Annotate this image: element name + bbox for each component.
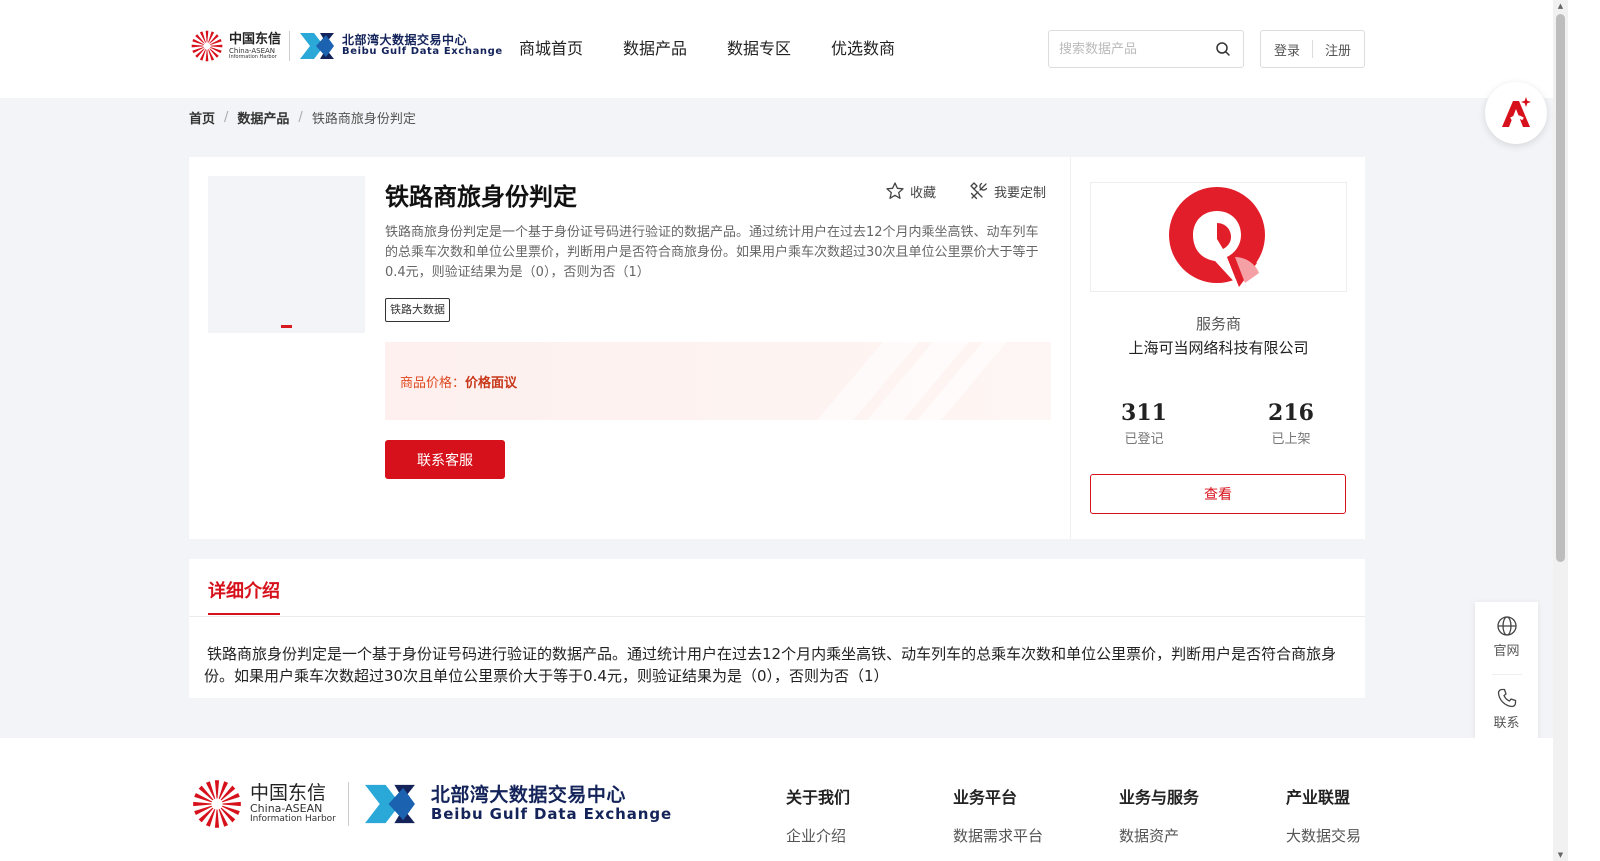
footer-link[interactable]: 大数据交易 bbox=[1286, 825, 1361, 846]
price-label-text: 商品价格： bbox=[400, 376, 466, 391]
login-link[interactable]: 登录 bbox=[1274, 40, 1300, 59]
nav-home[interactable]: 商城首页 bbox=[519, 38, 583, 60]
nav-data-products[interactable]: 数据产品 bbox=[623, 38, 687, 60]
footer-col-title: 业务与服务 bbox=[1119, 788, 1200, 807]
site-header: 中国东信 China-ASEAN Information Harbor 北部湾大… bbox=[0, 0, 1553, 98]
scrollbar-thumb[interactable] bbox=[1556, 14, 1565, 562]
beibu-gulf-wordmark: 北部湾大数据交易中心 Beibu Gulf Data Exchange bbox=[342, 34, 503, 57]
china-asean-flower-logo-icon bbox=[193, 780, 241, 828]
auth-separator bbox=[1312, 40, 1313, 58]
vendor-q-logo-icon bbox=[1168, 187, 1265, 287]
footer-col-alliance: 产业联盟 大数据交易 bbox=[1286, 784, 1361, 846]
footer-china-asean-wordmark: 中国东信 China-ASEAN Information Harbor bbox=[250, 781, 336, 825]
product-card: 铁路商旅身份判定 收藏 我要定制 铁路商旅身份判定是一个基于身份证号码进行验证的… bbox=[189, 157, 1365, 539]
contact-service-button[interactable]: 联系客服 bbox=[385, 440, 505, 479]
breadcrumb-data-products[interactable]: 数据产品 bbox=[237, 108, 289, 127]
stat-listed-value: 216 bbox=[1268, 400, 1314, 426]
side-official-site[interactable]: 官网 bbox=[1475, 615, 1538, 659]
customize-button[interactable]: 我要定制 bbox=[969, 181, 1046, 201]
breadcrumb: 首页 / 数据产品 / 铁路商旅身份判定 bbox=[189, 108, 416, 127]
side-contact-label: 联系 bbox=[1493, 716, 1520, 731]
footer-col-title: 关于我们 bbox=[786, 788, 851, 807]
vendor-logo bbox=[1090, 182, 1347, 292]
customize-label: 我要定制 bbox=[994, 185, 1047, 201]
carousel-indicator[interactable] bbox=[281, 325, 292, 328]
price-box: 商品价格：价格面议 bbox=[385, 342, 1051, 420]
footer-col-title: 业务平台 bbox=[953, 788, 1018, 807]
product-description: 铁路商旅身份判定是一个基于身份证号码进行验证的数据产品。通过统计用户在过去12个… bbox=[385, 225, 1039, 280]
detail-divider bbox=[189, 616, 1365, 617]
auth-box: 登录 注册 bbox=[1260, 30, 1365, 68]
tools-icon bbox=[970, 182, 988, 200]
beibu-gulf-x-logo-icon bbox=[364, 784, 415, 824]
stat-registered: 311 已登记 bbox=[1084, 400, 1204, 447]
footer-beibu-gulf-cn: 北部湾大数据交易中心 bbox=[430, 784, 626, 807]
footer-col-title: 产业联盟 bbox=[1286, 788, 1351, 807]
main-nav: 商城首页 数据产品 数据专区 优选数商 bbox=[519, 38, 935, 60]
product-thumbnail bbox=[208, 176, 365, 333]
nav-data-zone[interactable]: 数据专区 bbox=[727, 38, 791, 60]
product-tag: 铁路大数据 bbox=[385, 298, 450, 322]
nav-preferred-vendors[interactable]: 优选数商 bbox=[831, 38, 895, 60]
breadcrumb-home[interactable]: 首页 bbox=[189, 108, 215, 127]
search-icon[interactable] bbox=[1215, 41, 1231, 57]
footer-col-about: 关于我们 企业介绍 bbox=[786, 784, 850, 846]
site-footer: 中国东信 China-ASEAN Information Harbor 北部湾大… bbox=[0, 738, 1553, 861]
footer-beibu-gulf-wordmark: 北部湾大数据交易中心 Beibu Gulf Data Exchange bbox=[431, 785, 672, 822]
china-asean-cn: 中国东信 bbox=[229, 31, 282, 47]
breadcrumb-separator: / bbox=[224, 110, 229, 125]
product-title: 铁路商旅身份判定 bbox=[385, 183, 577, 211]
side-official-label: 官网 bbox=[1493, 644, 1520, 659]
beibu-gulf-en: Beibu Gulf Data Exchange bbox=[342, 46, 503, 58]
window-edge bbox=[1568, 0, 1600, 861]
favorite-button[interactable]: 收藏 bbox=[885, 181, 936, 201]
tab-detail-intro[interactable]: 详细介绍 bbox=[208, 577, 280, 615]
vendor-role: 服务商 bbox=[1195, 315, 1241, 333]
footer-china-asean-cn: 中国东信 bbox=[250, 781, 327, 804]
globe-icon bbox=[1496, 616, 1517, 636]
ai-assistant-button[interactable] bbox=[1485, 82, 1547, 144]
china-asean-wordmark: 中国东信 China-ASEAN Information Harbor bbox=[229, 33, 281, 60]
breadcrumb-separator: / bbox=[298, 110, 303, 125]
phone-icon bbox=[1497, 688, 1516, 708]
side-toolbar: 官网 联系 bbox=[1475, 602, 1538, 744]
detail-section: 详细介绍 铁路商旅身份判定是一个基于身份证号码进行验证的数据产品。通过统计用户在… bbox=[189, 559, 1365, 698]
footer-logo-divider bbox=[347, 782, 349, 826]
footer-logo: 中国东信 China-ASEAN Information Harbor 北部湾大… bbox=[189, 776, 672, 832]
china-asean-flower-logo-icon bbox=[191, 30, 223, 62]
price-label: 商品价格：价格面议 bbox=[400, 372, 517, 391]
search-box bbox=[1048, 30, 1244, 68]
footer-link[interactable]: 数据需求平台 bbox=[953, 825, 1043, 846]
side-separator bbox=[1492, 674, 1522, 675]
detail-text: 铁路商旅身份判定是一个基于身份证号码进行验证的数据产品。通过统计用户在过去12个… bbox=[204, 645, 1337, 685]
search-input[interactable] bbox=[1049, 31, 1209, 67]
ai-assistant-icon bbox=[1502, 97, 1531, 127]
logo-divider bbox=[289, 31, 291, 61]
stat-listed-label: 已上架 bbox=[1271, 432, 1311, 447]
scroll-up-arrow-icon[interactable]: ▲ bbox=[1553, 0, 1568, 12]
stat-registered-value: 311 bbox=[1121, 400, 1167, 426]
footer-col-services: 业务与服务 数据资产 bbox=[1119, 784, 1199, 846]
breadcrumb-current: 铁路商旅身份判定 bbox=[311, 112, 416, 127]
card-divider bbox=[1070, 157, 1071, 539]
star-icon bbox=[886, 182, 904, 199]
footer-link[interactable]: 数据资产 bbox=[1119, 825, 1199, 846]
side-contact[interactable]: 联系 bbox=[1475, 687, 1538, 731]
register-link[interactable]: 注册 bbox=[1325, 40, 1351, 59]
china-asean-en2: Information Harbor bbox=[229, 53, 277, 60]
price-value: 价格面议 bbox=[465, 376, 518, 391]
favorite-label: 收藏 bbox=[910, 185, 937, 201]
stat-listed: 216 已上架 bbox=[1231, 400, 1351, 447]
footer-col-platform: 业务平台 数据需求平台 bbox=[953, 784, 1043, 846]
footer-china-asean-en2: Information Harbor bbox=[250, 814, 336, 825]
view-vendor-button[interactable]: 查看 bbox=[1090, 474, 1346, 514]
stat-registered-label: 已登记 bbox=[1124, 432, 1164, 447]
site-logo[interactable]: 中国东信 China-ASEAN Information Harbor 北部湾大… bbox=[189, 28, 503, 64]
footer-link[interactable]: 企业介绍 bbox=[786, 825, 850, 846]
vendor-name: 上海可当网络科技有限公司 bbox=[1128, 339, 1309, 357]
beibu-gulf-x-logo-icon bbox=[300, 33, 335, 59]
scroll-down-arrow-icon[interactable]: ▼ bbox=[1553, 849, 1568, 861]
footer-beibu-gulf-en: Beibu Gulf Data Exchange bbox=[430, 805, 673, 824]
